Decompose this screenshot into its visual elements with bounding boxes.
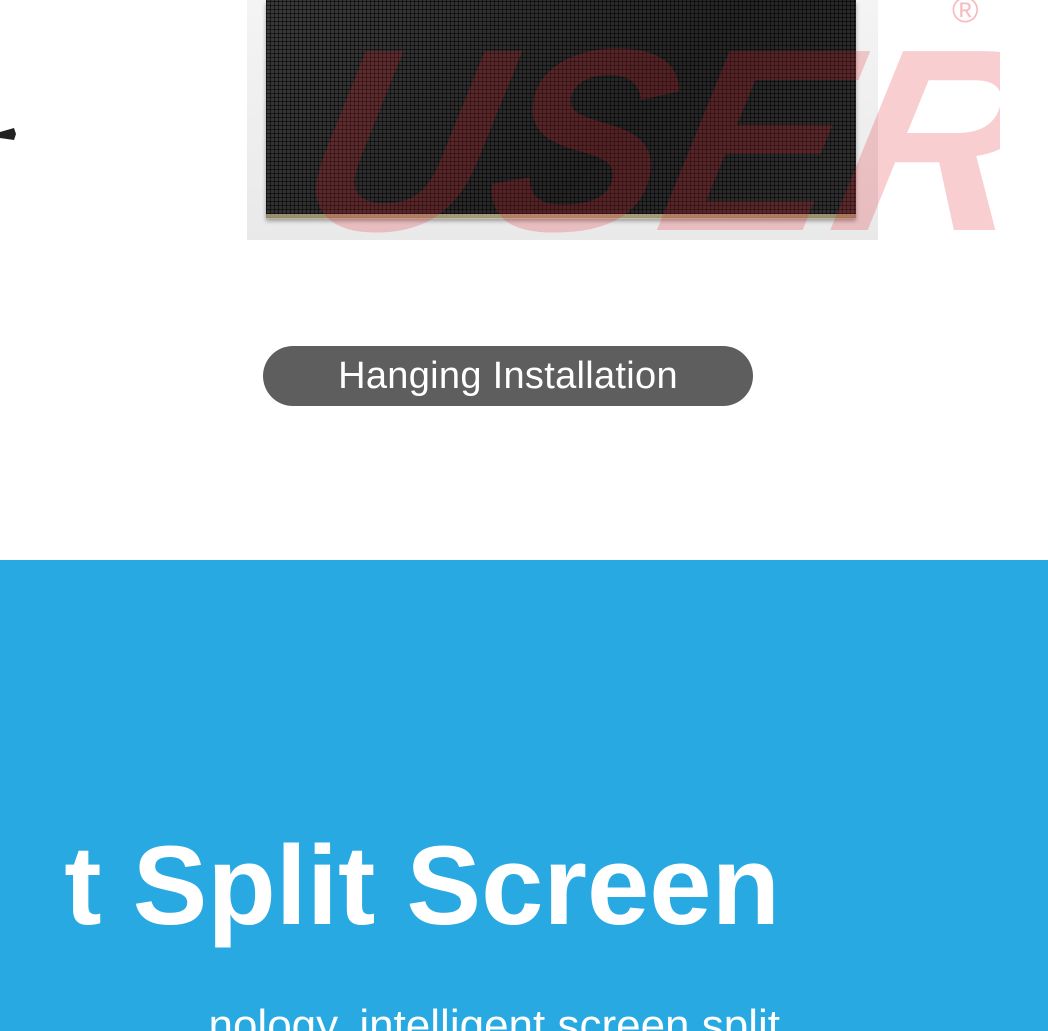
feature-headline: t Split Screen bbox=[64, 823, 780, 948]
product-image-section: USER ® Hanging Installation bbox=[0, 0, 1048, 560]
installation-label: Hanging Installation bbox=[338, 354, 678, 397]
page: USER ® Hanging Installation t Split Scre… bbox=[0, 0, 1048, 1031]
feature-subline: nology, intelligent screen split bbox=[208, 1001, 780, 1031]
led-panel-bottom-edge bbox=[266, 214, 856, 219]
installation-label-pill: Hanging Installation bbox=[263, 346, 753, 406]
led-display-panel bbox=[266, 0, 856, 218]
feature-banner: t Split Screen nology, intelligent scree… bbox=[0, 560, 1048, 1031]
registered-mark: ® bbox=[952, 0, 979, 30]
cable-fragment-icon bbox=[0, 128, 16, 140]
